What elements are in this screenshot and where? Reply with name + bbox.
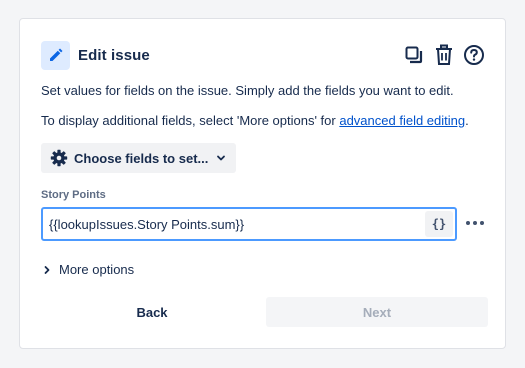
chevron-right-icon	[43, 265, 51, 275]
next-button[interactable]: Next	[266, 297, 488, 327]
description-text: Set values for fields on the issue. Simp…	[41, 83, 454, 98]
story-points-input[interactable]	[43, 209, 425, 239]
more-actions-icon[interactable]	[464, 211, 486, 235]
advanced-field-editing-link[interactable]: advanced field editing	[339, 113, 465, 128]
chevron-down-icon	[216, 153, 226, 163]
back-button[interactable]: Back	[62, 297, 242, 327]
duplicate-icon[interactable]	[403, 44, 425, 66]
additional-fields-suffix: .	[465, 113, 469, 128]
pencil-icon	[41, 40, 70, 70]
additional-fields-prefix: To display additional fields, select 'Mo…	[41, 113, 340, 128]
story-points-label: Story Points	[41, 189, 106, 201]
gear-icon	[50, 149, 68, 167]
edit-issue-panel: Edit issue Set values for fields on the …	[19, 18, 506, 349]
help-icon[interactable]	[463, 44, 485, 66]
smart-value-button[interactable]: {}	[425, 211, 453, 237]
panel-title: Edit issue	[78, 46, 150, 64]
choose-fields-label: Choose fields to set...	[74, 150, 209, 166]
choose-fields-button[interactable]: Choose fields to set...	[41, 143, 236, 173]
additional-fields-text: To display additional fields, select 'Mo…	[41, 113, 469, 128]
more-options-toggle[interactable]: More options	[43, 262, 134, 277]
header-actions	[403, 44, 485, 66]
trash-icon[interactable]	[433, 44, 455, 66]
panel-header: Edit issue	[41, 39, 485, 71]
story-points-field: {}	[41, 207, 457, 241]
more-options-label: More options	[59, 262, 135, 277]
